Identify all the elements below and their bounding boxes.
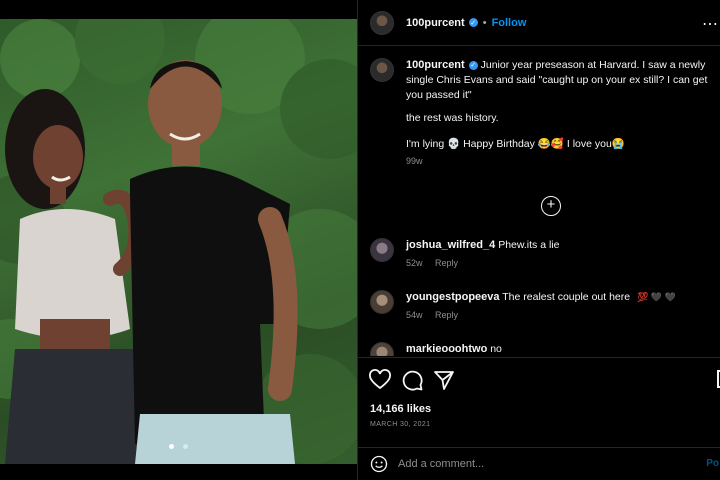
author-avatar[interactable] bbox=[370, 10, 394, 35]
comment-item: joshua_wilfred_4 Phew.its a lie 52w Repl… bbox=[370, 238, 718, 270]
plus-circle-icon[interactable]: + bbox=[541, 196, 561, 216]
verified-badge-icon: ✓ bbox=[468, 18, 478, 27]
post-date: MARCH 30, 2021 bbox=[370, 421, 431, 428]
heart-icon[interactable] bbox=[368, 368, 392, 392]
comment-time: 52w bbox=[406, 258, 423, 268]
comment-text: no bbox=[490, 343, 502, 355]
ellipsis-icon[interactable]: ⋯ bbox=[702, 14, 719, 34]
emoji-icon[interactable] bbox=[370, 455, 388, 473]
separator-dot: • bbox=[482, 16, 487, 29]
comment-emojis: 💯 🖤 🖤 bbox=[637, 292, 676, 302]
caption-timestamp: 99w bbox=[406, 156, 423, 166]
comment-time: 54w bbox=[406, 310, 423, 320]
post-actions: 14,166 likes MARCH 30, 2021 bbox=[358, 357, 720, 453]
verified-badge-icon: ✓ bbox=[468, 60, 478, 70]
caption-line-3: I'm lying 💀 Happy Birthday 😂🥰 I love you… bbox=[406, 138, 625, 150]
commenter-username[interactable]: markieooohtwo bbox=[406, 343, 487, 355]
post-details-panel: 100purcent ✓ • Follow ⋯ 100purcent ✓ Juni… bbox=[357, 0, 720, 480]
caption-line-2: the rest was history. bbox=[406, 112, 499, 124]
likes-count[interactable]: 14,166 likes bbox=[370, 403, 431, 415]
instagram-post-view: 100purcent ✓ • Follow ⋯ 100purcent ✓ Juni… bbox=[0, 0, 720, 480]
comment-item: youngestpopeeva The realest couple out h… bbox=[370, 290, 718, 322]
reply-button[interactable]: Reply bbox=[435, 258, 458, 268]
author-username[interactable]: 100purcent bbox=[406, 17, 465, 29]
comment-text: The realest couple out here bbox=[502, 291, 631, 303]
caption-author-avatar[interactable] bbox=[370, 58, 394, 82]
commenter-username[interactable]: joshua_wilfred_4 bbox=[406, 239, 495, 251]
comment-input[interactable] bbox=[398, 458, 678, 470]
reply-button[interactable]: Reply bbox=[435, 310, 458, 320]
commenter-avatar[interactable] bbox=[370, 342, 394, 356]
comment-icon[interactable] bbox=[400, 368, 424, 392]
comment-item: markieooohtwo no bbox=[370, 342, 718, 356]
share-icon[interactable] bbox=[432, 368, 456, 392]
post-comment-button[interactable]: Po bbox=[706, 458, 719, 469]
comment-composer: Po bbox=[358, 447, 720, 480]
carousel-dot[interactable] bbox=[182, 444, 188, 449]
post-photo[interactable] bbox=[0, 19, 357, 464]
commenter-avatar[interactable] bbox=[370, 290, 394, 314]
carousel-dots bbox=[0, 436, 357, 454]
commenter-avatar[interactable] bbox=[370, 238, 394, 262]
post-header: 100purcent ✓ • Follow ⋯ bbox=[358, 0, 720, 46]
couple-photo-illustration bbox=[0, 19, 357, 464]
carousel-dot[interactable] bbox=[169, 444, 175, 449]
commenter-username[interactable]: youngestpopeeva bbox=[406, 291, 500, 303]
comment-text: Phew.its a lie bbox=[498, 239, 560, 251]
post-caption: 100purcent ✓ Junior year preseason at Har… bbox=[370, 58, 718, 169]
follow-button[interactable]: Follow bbox=[492, 17, 527, 29]
caption-username[interactable]: 100purcent bbox=[406, 59, 465, 71]
